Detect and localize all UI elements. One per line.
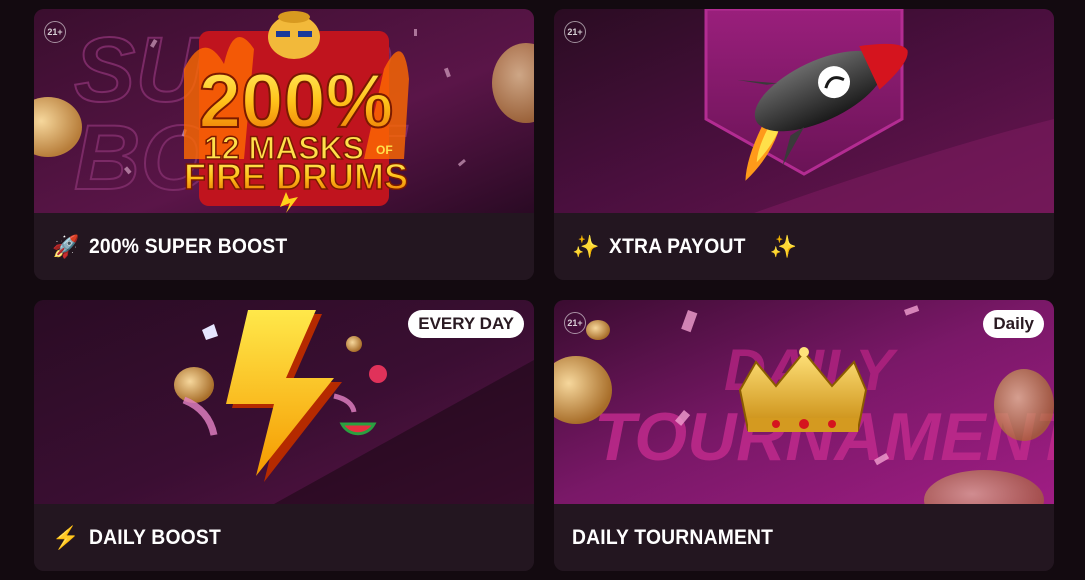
promo-title[interactable]: DAILY TOURNAMENT [572,526,773,550]
rocket-icon: 🚀 [52,233,80,259]
promo-banner-xtra-payout: 21+ [554,9,1054,213]
promo-card-footer: ✨ XTRA PAYOUT ✨ [554,213,1054,280]
promo-card-footer: ⚡ DAILY BOOST [34,504,534,571]
promo-card-footer: 🚀 200% SUPER BOOST [34,213,534,280]
age-restriction-badge: 21+ [564,312,586,334]
promo-card-super-boost[interactable]: SUPER BOOST [34,9,534,280]
sparkles-icon: ✨ [572,233,600,259]
frequency-badge: Daily [983,310,1044,338]
promo-card-xtra-payout[interactable]: 21+ ✨ XTRA PAYOUT ✨ [554,9,1054,280]
promo-banner-super-boost: SUPER BOOST [34,9,534,213]
coin-icon [174,367,214,403]
promo-card-daily-boost[interactable]: EVERY DAY ⚡ DAILY BOOST [34,300,534,571]
game-name-line2: FIRE DRUMS [184,156,408,197]
promo-card-footer: DAILY TOURNAMENT [554,504,1054,571]
promo-title[interactable]: XTRA PAYOUT [609,235,746,259]
promo-title[interactable]: 200% SUPER BOOST [89,235,287,259]
frequency-badge: EVERY DAY [408,310,524,338]
promo-banner-daily-boost: EVERY DAY [34,300,534,504]
promo-card-daily-tournament[interactable]: DAILY TOURNAMENT 2 [554,300,1054,571]
coin-icon [994,369,1054,441]
game-name-of: OF [376,143,393,157]
age-restriction-badge: 21+ [564,21,586,43]
coin-icon [346,336,362,352]
raspberry-icon [369,365,387,383]
promo-title[interactable]: DAILY BOOST [89,526,221,550]
coin-icon [586,320,610,340]
promo-banner-daily-tournament: DAILY TOURNAMENT 2 [554,300,1054,504]
lightning-icon: ⚡ [52,524,80,550]
age-restriction-badge: 21+ [44,21,66,43]
sparkles-icon: ✨ [769,233,798,259]
